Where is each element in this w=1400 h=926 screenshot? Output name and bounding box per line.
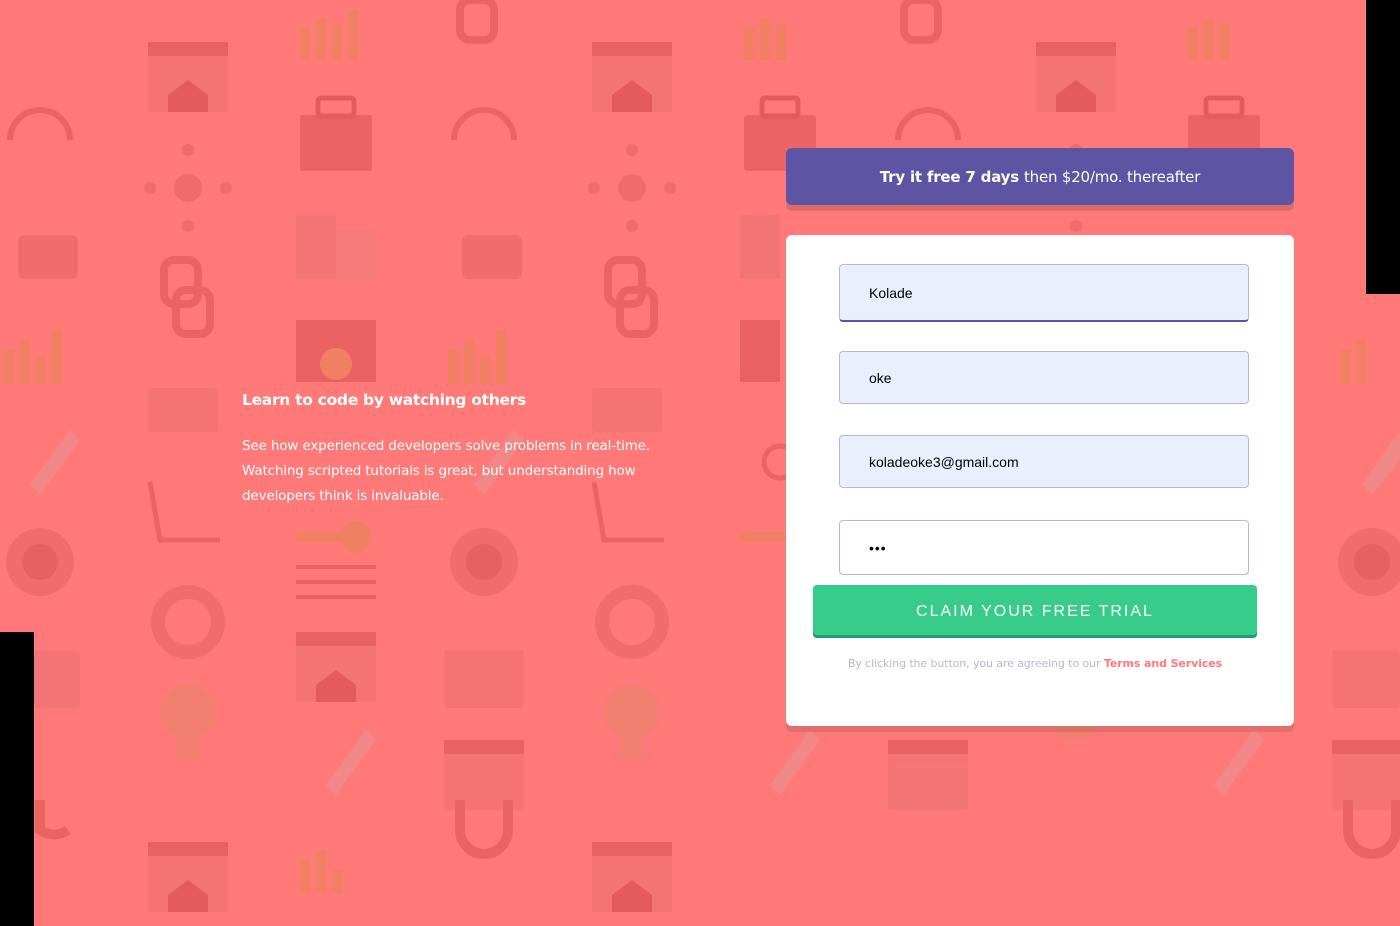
black-corner-block-left: [0, 632, 34, 926]
pricing-banner-bold: Try it free 7 days: [879, 167, 1019, 186]
terms-notice: By clicking the button, you are agreeing…: [786, 657, 1284, 670]
email-input[interactable]: [839, 435, 1249, 488]
browser-window-icon: [148, 42, 228, 112]
terms-prefix: By clicking the button, you are agreeing…: [847, 657, 1101, 670]
browser-window-icon: [592, 42, 672, 112]
magnet-icon: [35, 800, 1400, 859]
terms-link[interactable]: Terms and Services: [1104, 657, 1222, 670]
sitemap-icon: [444, 740, 1400, 810]
gear-folder-icon: [296, 320, 780, 382]
life-ring-icon: [151, 585, 669, 659]
browser-window-icon: [592, 842, 672, 912]
intro-body: See how experienced developers solve pro…: [242, 438, 651, 504]
browser-window-icon: [296, 632, 376, 702]
first-name-input[interactable]: [839, 264, 1249, 322]
pricing-banner: Try it free 7 days then $20/mo. thereaft…: [786, 148, 1294, 205]
pricing-banner-rest: then $20/mo. thereafter: [1023, 167, 1201, 186]
last-name-input[interactable]: [839, 351, 1249, 404]
browser-window-icon: [148, 842, 228, 912]
intro-heading: Learn to code by watching others: [242, 391, 526, 409]
browser-window-icon: [1036, 42, 1116, 112]
intro-section: Learn to code by watching others See how…: [242, 388, 682, 509]
black-corner-block-right: [1366, 0, 1400, 294]
documents-icon: [296, 215, 780, 280]
claim-free-trial-button[interactable]: Claim your free trial: [813, 585, 1257, 638]
key-icon: [296, 521, 786, 599]
toolbox-icon: [300, 95, 372, 171]
signup-form: Claim your free trial By clicking the bu…: [786, 235, 1294, 726]
password-input[interactable]: [839, 520, 1249, 575]
